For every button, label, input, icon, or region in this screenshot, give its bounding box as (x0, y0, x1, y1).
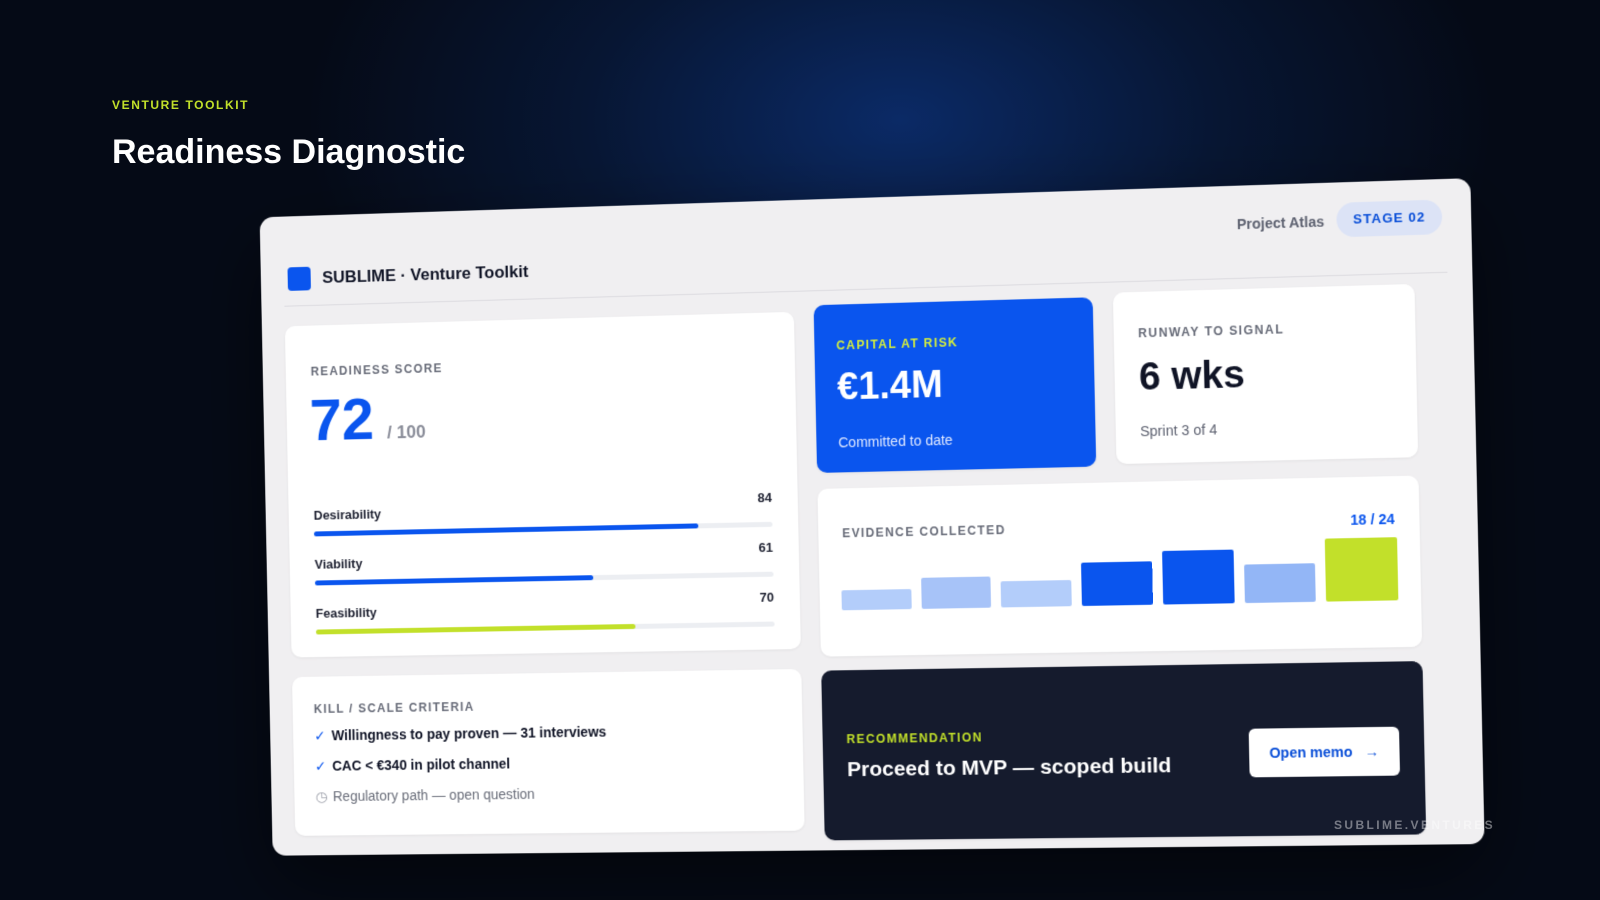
metric-track (314, 571, 774, 586)
evidence-bar (841, 588, 912, 611)
footer-brand: SUBLIME.VENTURES (1334, 818, 1496, 832)
metric-fill (315, 623, 636, 635)
runway-label: RUNWAY TO SIGNAL (1137, 322, 1285, 341)
capital-subtext: Committed to date (838, 431, 953, 451)
runway-card: RUNWAY TO SIGNAL 6 wks Sprint 3 of 4 (1112, 283, 1419, 465)
criteria-item: ✓ CAC < €340 in pilot channel (315, 756, 511, 775)
app-window: SUBLIME · Venture Toolkit Project Atlas … (259, 178, 1485, 856)
runway-value: 6 wks (1138, 353, 1246, 399)
capital-label: CAPITAL AT RISK (836, 335, 959, 353)
stage-badge: STAGE 02 (1336, 199, 1443, 238)
capital-value: €1.4M (836, 363, 944, 409)
app-name: SUBLIME · Venture Toolkit (322, 262, 529, 287)
metric-name: Viability (314, 556, 363, 572)
criteria-label: KILL / SCALE CRITERIA (313, 699, 475, 716)
page-title: Readiness Diagnostic (112, 133, 466, 171)
arrow-right-icon: → (1356, 743, 1380, 760)
metric-fill (313, 523, 699, 537)
readiness-score-label: READINESS SCORE (310, 361, 443, 379)
metric-name: Feasibility (315, 604, 377, 621)
criteria-text: CAC < €340 in pilot channel (332, 755, 511, 774)
evidence-bar (1001, 579, 1072, 608)
criteria-text: Regulatory path — open question (332, 785, 535, 805)
evidence-bar (1243, 562, 1317, 604)
runway-subtext: Sprint 3 of 4 (1140, 421, 1218, 440)
check-icon: ✓ (314, 727, 326, 744)
evidence-bar-chart (841, 537, 1399, 611)
open-memo-button[interactable]: Open memo → (1248, 726, 1401, 778)
metric-track (313, 521, 773, 537)
evidence-bar (1081, 561, 1153, 607)
evidence-label: EVIDENCE COLLECTED (842, 522, 1006, 541)
criteria-card: KILL / SCALE CRITERIA ✓ Willingness to pa… (292, 668, 805, 836)
evidence-bar (1325, 537, 1399, 602)
capital-at-risk-card: CAPITAL AT RISK €1.4M Committed to date (813, 297, 1097, 473)
evidence-bar (920, 576, 992, 609)
readiness-score-card: READINESS SCORE 72 / 100 Desirability 84… (284, 311, 801, 658)
check-icon: ✓ (314, 758, 327, 774)
criteria-item: ◷ Regulatory path — open question (315, 786, 535, 805)
metric-name: Desirability (313, 506, 382, 523)
metric-feasibility: Feasibility 70 (315, 590, 775, 650)
evidence-card: EVIDENCE COLLECTED 18 / 24 (817, 475, 1423, 657)
metric-desirability: Desirability 84 (313, 490, 773, 551)
metric-value: 61 (758, 539, 774, 556)
criteria-item: ✓ Willingness to pay proven — 31 intervie… (314, 724, 606, 745)
readiness-score-value: 72 (309, 385, 375, 454)
metric-value: 70 (759, 589, 775, 605)
evidence-count: 18 / 24 (1350, 510, 1395, 528)
metric-value: 84 (757, 489, 773, 506)
project-name: Project Atlas (1236, 213, 1325, 233)
evidence-bar (1161, 549, 1235, 605)
open-memo-label: Open memo (1269, 743, 1353, 761)
metric-fill (314, 575, 593, 586)
metric-viability: Viability 61 (314, 540, 774, 600)
recommendation-card: RECOMMENDATION Proceed to MVP — scoped b… (821, 661, 1427, 841)
recommendation-label: RECOMMENDATION (846, 730, 983, 747)
metric-track (315, 621, 775, 635)
criteria-text: Willingness to pay proven — 31 interview… (331, 723, 607, 744)
recommendation-text: Proceed to MVP — scoped build (846, 754, 1172, 782)
brand-logo-icon (287, 266, 311, 291)
clock-icon: ◷ (315, 788, 328, 805)
section-eyebrow: VENTURE TOOLKIT (112, 98, 250, 112)
readiness-score-max: / 100 (386, 421, 426, 443)
